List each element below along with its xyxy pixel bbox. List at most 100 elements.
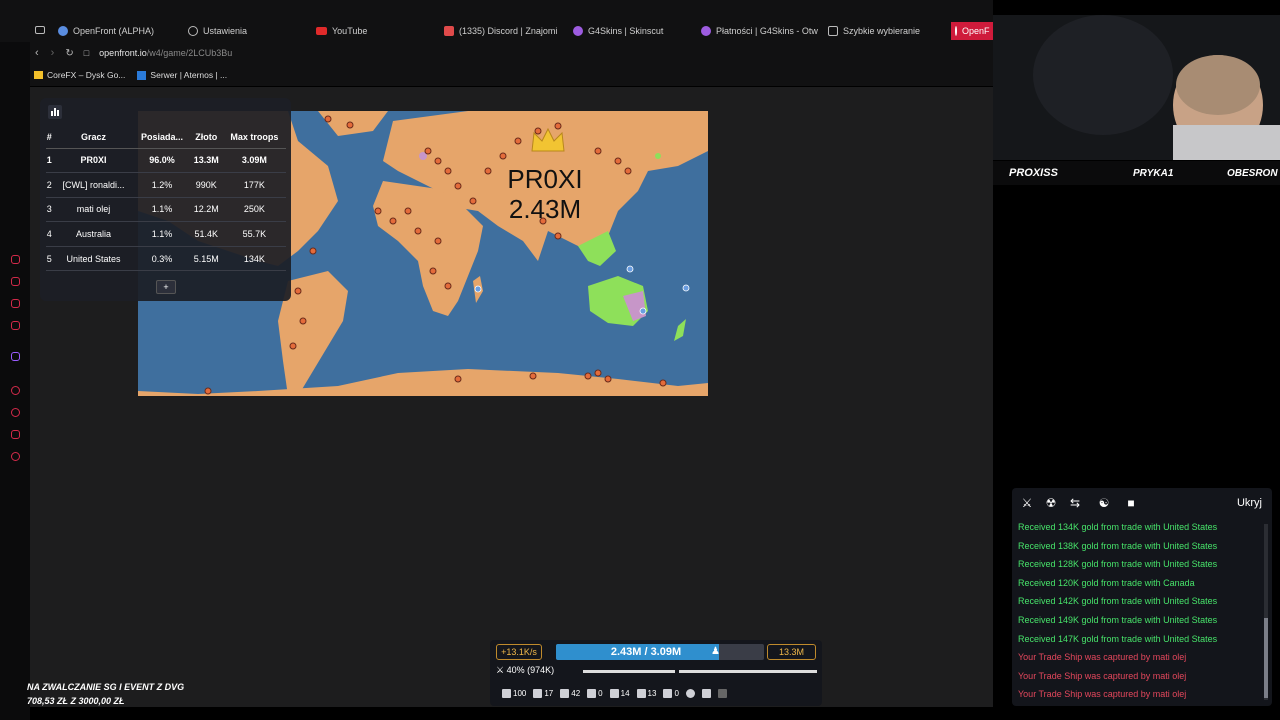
leaderboard-row[interactable]: 3 mati olej 1.1% 12.2M 250K	[46, 197, 286, 223]
events-list: Received 134K gold from trade with Unite…	[1012, 518, 1272, 704]
event-line: Received 128K gold from trade with Unite…	[1018, 559, 1218, 570]
reload-icon[interactable]: ↻	[65, 48, 73, 59]
openfront-icon	[58, 26, 68, 36]
tab-g4skins[interactable]: G4Skins | Skinscut	[573, 22, 663, 40]
hide-events-button[interactable]: Ukryj	[1237, 497, 1262, 509]
sidebar-icon-4[interactable]	[11, 321, 20, 330]
twitch-icon[interactable]	[11, 352, 20, 361]
discord-icon	[444, 26, 454, 36]
tab-settings[interactable]: Ustawienia	[188, 22, 247, 40]
g4skins-icon	[701, 26, 711, 36]
tab-platnosci[interactable]: Płatności | G4Skins - Otw	[701, 22, 818, 40]
sword-icon[interactable]: ⚔	[1020, 496, 1034, 510]
event-line: Your Trade Ship was captured by mati ole…	[1018, 652, 1187, 663]
nuke-icon[interactable]: ☢	[1044, 496, 1058, 510]
factory-icon	[533, 688, 543, 698]
build-atom-bomb-button[interactable]	[684, 688, 697, 698]
tab-youtube[interactable]: YouTube	[316, 22, 367, 40]
build-port-button[interactable]: 42	[558, 688, 582, 698]
back-icon[interactable]: ‹	[35, 47, 39, 59]
settings-icon[interactable]	[11, 452, 20, 461]
donation-goal-title: NA ZWALCZANIE SG I EVENT Z DVG	[27, 682, 185, 692]
missile-icon	[609, 688, 619, 698]
leaderboard-row[interactable]: 5 United States 0.3% 5.15M 134K	[46, 246, 286, 272]
leaderboard-row[interactable]: 1 PR0XI 96.0% 13.3M 3.09M	[46, 148, 286, 174]
leaderboard-header-row: # Gracz Posiada... Złoto Max troops	[46, 126, 286, 149]
col-max-troops[interactable]: Max troops	[222, 126, 286, 149]
forward-icon[interactable]: ›	[51, 47, 55, 59]
build-city-button[interactable]: 100	[500, 688, 528, 698]
sam-icon	[636, 688, 646, 698]
chat-icon[interactable]: ■	[1124, 496, 1138, 510]
grid-icon	[828, 26, 838, 36]
leaderboard-toggle-button[interactable]	[48, 105, 62, 119]
trade-icon[interactable]: ⇆	[1068, 496, 1082, 510]
build-mirv-button[interactable]	[716, 688, 729, 698]
google-drive-icon	[34, 71, 43, 79]
build-sam-button[interactable]: 13	[635, 688, 659, 698]
col-gold[interactable]: Złoto	[189, 126, 223, 149]
streamer-name: PROXISS	[1009, 167, 1058, 179]
build-missile-silo-button[interactable]: 14	[608, 688, 632, 698]
tab-overview-icon[interactable]	[35, 26, 45, 34]
col-owned[interactable]: Posiada...	[134, 126, 190, 149]
openfront-icon	[955, 26, 957, 36]
col-player[interactable]: Gracz	[52, 126, 135, 149]
sidebar-icon-6[interactable]	[11, 386, 20, 395]
income-badge: +13.1K/s	[496, 644, 542, 660]
aternos-icon	[137, 70, 147, 80]
troop-ratio-slider[interactable]	[679, 670, 817, 673]
col-rank[interactable]: #	[46, 126, 53, 149]
build-hydrogen-bomb-button[interactable]	[700, 688, 713, 698]
build-defense-button[interactable]: 0	[585, 688, 604, 698]
map-player-label: PR0XI 2.43M	[500, 164, 590, 224]
event-line: Received 149K gold from trade with Unite…	[1018, 614, 1218, 625]
url-field[interactable]: openfront.io/w4/game/2LCUb3Bu	[99, 48, 232, 58]
leaderboard-row[interactable]: 2 [CWL] ronaldi... 1.2% 990K 177K	[46, 172, 286, 198]
tab-discord[interactable]: (1335) Discord | Znajomi	[444, 22, 557, 40]
webcam-image	[993, 15, 1280, 160]
income-value: +13.1K/s	[501, 647, 537, 657]
hydrogen-bomb-icon	[701, 688, 711, 698]
alliance-handshake-icon[interactable]: ☯	[1094, 496, 1114, 510]
landmass-new-zealand	[674, 319, 686, 341]
sidebar-icon-1[interactable]	[11, 255, 20, 264]
anchor-icon	[560, 688, 570, 698]
event-line: Received 142K gold from trade with Unite…	[1018, 596, 1218, 607]
address-bar: ‹ › ↻ □ openfront.io/w4/game/2LCUb3Bu	[30, 42, 993, 64]
leaderboard-row[interactable]: 4 Australia 1.1% 51.4K 55.7K	[46, 221, 286, 247]
attack-ratio-slider[interactable]	[583, 670, 675, 673]
bookmark-corefx[interactable]: CoreFX – Dysk Go...	[34, 70, 125, 80]
ally-markers	[474, 265, 690, 315]
bar-chart-icon	[51, 108, 59, 116]
donation-goal: NA ZWALCZANIE SG I EVENT Z DVG 708,53 ZŁ…	[27, 680, 184, 708]
tab-openfront[interactable]: OpenFront (ALPHA)	[58, 22, 154, 40]
youtube-icon	[316, 27, 327, 35]
bookmark-aternos[interactable]: Serwer | Aternos | ...	[137, 70, 227, 80]
crown-icon	[530, 125, 566, 160]
sidebar-icon-8[interactable]	[11, 430, 20, 439]
event-line: Received 138K gold from trade with Unite…	[1018, 540, 1218, 551]
warship-icon	[663, 688, 673, 698]
url-path: /w4/game/2LCUb3Bu	[146, 48, 233, 58]
event-line: Received 134K gold from trade with Unite…	[1018, 522, 1218, 532]
control-panel: +13.1K/s 2.43M / 3.09M ♟ 13.3M ⚔ 40% (97…	[490, 640, 822, 706]
atom-bomb-icon	[685, 688, 695, 698]
tab-openfront-active[interactable]: OpenF	[951, 22, 993, 40]
build-bar: 100 17 42 0 14 13 0	[500, 684, 815, 702]
tab-speed-dial[interactable]: Szybkie wybieranie	[828, 22, 920, 40]
build-factory-button[interactable]: 17	[531, 688, 555, 698]
sidebar-icon-2[interactable]	[11, 277, 20, 286]
troop-count: 2.43M / 3.09M	[610, 646, 682, 658]
map-player-troops: 2.43M	[508, 194, 582, 224]
lock-icon: □	[83, 48, 90, 58]
clock-icon[interactable]	[11, 408, 20, 417]
events-scrollbar-thumb[interactable]	[1264, 618, 1268, 698]
sidebar-icon-3[interactable]	[11, 299, 20, 308]
troop-bar: 2.43M / 3.09M ♟	[556, 644, 764, 660]
build-warship-button[interactable]: 0	[661, 688, 680, 698]
shield-icon	[587, 688, 597, 698]
leaderboard-expand-button[interactable]: +	[156, 280, 176, 294]
territory-patch	[655, 153, 661, 159]
events-panel: ⚔ ☢ ⇆ ☯ ■ Ukryj Received 134K gold from …	[1012, 488, 1272, 706]
